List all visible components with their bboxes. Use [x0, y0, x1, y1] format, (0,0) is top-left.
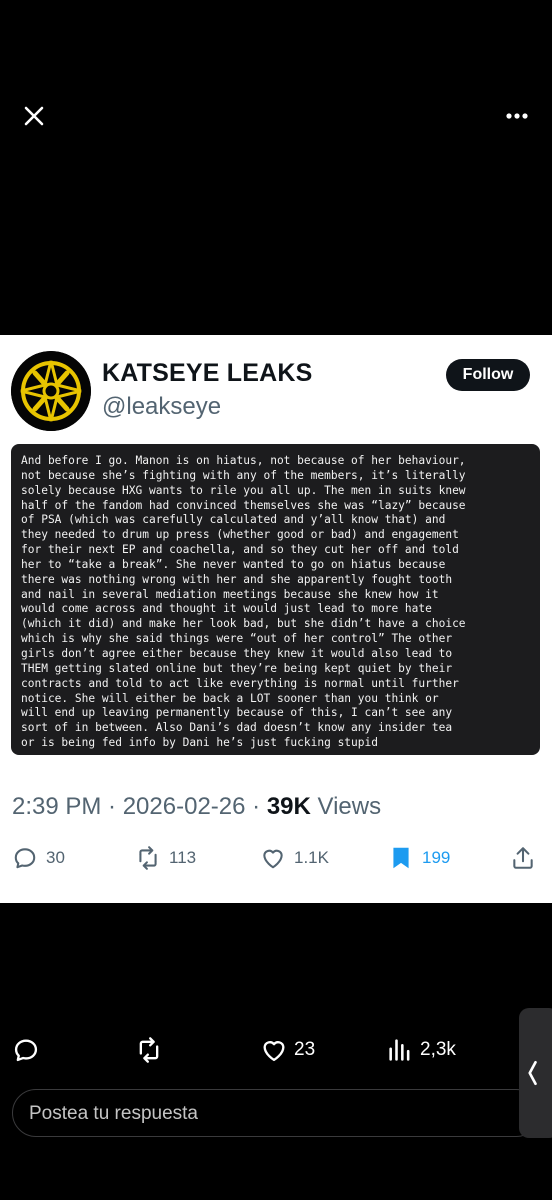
bookmark-button[interactable]: 199: [388, 843, 450, 873]
reply-placeholder: Postea tu respuesta: [29, 1103, 198, 1124]
avatar[interactable]: [11, 351, 91, 431]
reply-input[interactable]: Postea tu respuesta: [12, 1089, 540, 1137]
post-timestamp-views: 2:39 PM · 2026-02-26 · 39K Views: [12, 793, 381, 821]
like-button[interactable]: 1.1K: [260, 843, 329, 873]
bookmark-icon: [393, 847, 409, 869]
reply-icon: [14, 848, 36, 869]
viewer-reply-button[interactable]: [12, 1034, 40, 1066]
share-icon: [513, 847, 533, 869]
note-line: of PSA (which was carefully calculated a…: [21, 513, 446, 527]
close-icon: [24, 106, 44, 126]
note-line: would come across and thought it would j…: [21, 602, 432, 616]
post-card: KATSEYE LEAKS @leakseye Follow And befor…: [0, 335, 552, 903]
note-line: they needed to drum up press (whether go…: [21, 528, 459, 542]
views-bar-chart-icon: [389, 1039, 410, 1061]
note-line: not because she’s fighting with any of t…: [21, 468, 466, 482]
note-line: notice. She will either be back a LOT so…: [21, 691, 439, 705]
viewer-views-button[interactable]: 2,3k: [386, 1034, 456, 1066]
views-label: Views: [310, 793, 382, 820]
repost-button[interactable]: 113: [135, 843, 196, 873]
post-actions-bar: 30 113 1.1K 199: [0, 843, 552, 873]
viewer-repost-button[interactable]: [135, 1034, 163, 1066]
bookmark-count: 199: [422, 848, 451, 867]
note-line: for their next EP and coachella, and so …: [21, 543, 459, 557]
note-line: contracts and told to act like everythin…: [21, 676, 459, 690]
reply-count: 30: [46, 848, 65, 867]
repost-icon: [139, 846, 157, 870]
side-panel-handle[interactable]: [519, 1008, 552, 1138]
note-text: And before I go. Manon is on hiatus, not…: [21, 454, 530, 751]
repost-count: 113: [169, 848, 197, 867]
note-line: THEM getting slated online but they’re b…: [21, 661, 453, 675]
note-line: will end up leaving permanently because …: [21, 706, 453, 720]
follow-button[interactable]: Follow: [446, 359, 530, 391]
heart-icon: [263, 1041, 285, 1062]
share-button[interactable]: [510, 843, 536, 873]
more-options-button[interactable]: [500, 100, 534, 132]
note-line: sort of in between. Also Dani’s dad does…: [21, 721, 453, 735]
user-handle[interactable]: @leakseye: [102, 393, 221, 421]
note-screenshot-image: And before I go. Manon is on hiatus, not…: [11, 444, 540, 755]
note-line: her to “take a break”. She never wanted …: [21, 557, 446, 571]
note-line: and nail in several mediation meetings b…: [21, 587, 439, 601]
reply-button[interactable]: 30: [12, 843, 65, 873]
reply-icon: [14, 1039, 38, 1062]
more-horizontal-icon: [506, 113, 528, 119]
media-viewer-actions: 23 2,3k: [0, 1034, 552, 1066]
display-name[interactable]: KATSEYE LEAKS: [102, 359, 313, 388]
note-line: there was nothing wrong with her and she…: [21, 572, 453, 586]
note-line: which is why she said things were “out o…: [21, 632, 453, 646]
note-line: half of the fandom had convinced themsel…: [21, 498, 466, 512]
views-count: 39K: [266, 793, 311, 820]
note-line: girls don’t agree either because they kn…: [21, 646, 453, 660]
viewer-like-count: 23: [294, 1039, 316, 1060]
heart-icon: [263, 849, 283, 869]
note-line: And before I go. Manon is on hiatus, not…: [21, 454, 466, 467]
like-count: 1.1K: [294, 848, 329, 867]
viewer-views-count: 2,3k: [420, 1039, 456, 1060]
repost-icon: [139, 1037, 159, 1063]
note-line: solely because HXG wants to rile you all…: [21, 483, 466, 497]
note-line: or is being fed info by Dani he’s just f…: [21, 736, 378, 750]
post-timestamp: 2:39 PM · 2026-02-26 ·: [12, 793, 267, 820]
viewer-like-button[interactable]: 23: [260, 1034, 315, 1066]
note-line: (which it did) and make her look bad, bu…: [21, 617, 466, 631]
chevron-left-icon: [528, 1060, 537, 1086]
katseye-logo-icon: [11, 351, 91, 431]
close-button[interactable]: [18, 100, 50, 132]
